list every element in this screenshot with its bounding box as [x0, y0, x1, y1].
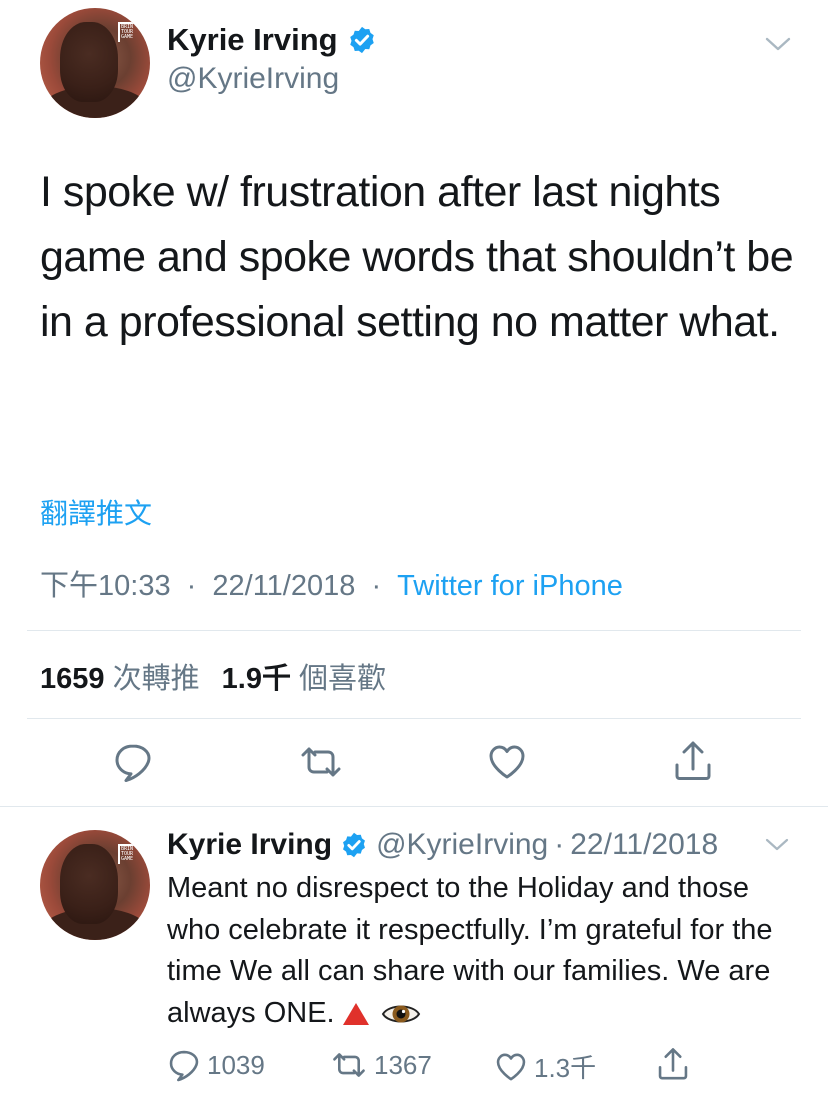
divider [27, 630, 801, 631]
share-icon[interactable] [672, 739, 714, 783]
tweet-text: I spoke w/ frustration after last nights… [40, 168, 794, 346]
handle[interactable]: @KyrieIrving [376, 828, 548, 862]
tweet-text: Meant no disrespect to the Holiday and t… [167, 872, 773, 1029]
retweet-label: 次轉推 [112, 663, 200, 695]
meta-separator: · [186, 570, 197, 602]
red-triangle-emoji [342, 1002, 369, 1025]
share-action[interactable] [656, 1046, 690, 1082]
retweet-count: 1367 [374, 1049, 432, 1080]
display-name[interactable]: Kyrie Irving [167, 22, 338, 58]
reply-icon [169, 1050, 199, 1082]
display-name[interactable]: Kyrie Irving [167, 828, 332, 862]
tweet-meta: 下午10:33 · 22/11/2018 · Twitter for iPhon… [40, 562, 623, 604]
main-tweet: BRIN TOUR GAME Kyrie Irving @KyrieIrving I… [0, 0, 828, 806]
like-count: 1.9千 [221, 663, 291, 695]
like-icon [496, 1053, 526, 1080]
chevron-down-icon[interactable] [764, 836, 790, 854]
reply-action[interactable]: 1039 [167, 1048, 265, 1082]
avatar[interactable]: BRIN TOUR GAME [40, 830, 150, 940]
like-label: 個喜歡 [299, 663, 387, 695]
handle[interactable]: @KyrieIrving [167, 62, 339, 96]
retweet-action[interactable]: 1367 [330, 1048, 432, 1082]
tweet-stats: 1659 次轉推 1.9千 個喜歡 [40, 655, 386, 697]
tweet-date: 22/11/2018 [212, 570, 356, 602]
verified-badge-icon [343, 832, 366, 858]
retweet-count: 1659 [40, 663, 105, 695]
likes-stat[interactable]: 1.9千 個喜歡 [222, 663, 386, 695]
translate-tweet-link[interactable]: 翻譯推文 [40, 492, 152, 532]
tweet-date: 22/11/2018 [570, 828, 719, 861]
avatar[interactable]: BRIN TOUR GAME [40, 8, 150, 118]
divider [27, 718, 801, 719]
chevron-down-icon[interactable] [764, 34, 792, 54]
like-icon[interactable] [486, 741, 528, 783]
verified-badge-icon [349, 26, 374, 54]
reply-header: Kyrie Irving @KyrieIrving · 22/11/2018 [167, 828, 718, 862]
retweet-icon[interactable] [298, 741, 344, 783]
eye-emoji [381, 1005, 420, 1023]
retweet-icon [333, 1053, 365, 1077]
like-action[interactable]: 1.3千 [494, 1048, 596, 1085]
tweet-time: 下午10:33 [40, 570, 171, 602]
reply-count: 1039 [207, 1049, 265, 1080]
divider [0, 806, 828, 807]
meta-separator: · [371, 570, 382, 602]
reply-tweet-text-block: Meant no disrespect to the Holiday and t… [167, 868, 807, 1034]
reply-icon[interactable] [112, 741, 154, 783]
share-icon [658, 1048, 688, 1080]
tweet-client-link[interactable]: Twitter for iPhone [397, 570, 623, 602]
like-count: 1.3千 [534, 1053, 597, 1083]
meta-separator: · [554, 828, 565, 861]
retweets-stat[interactable]: 1659 次轉推 [40, 663, 200, 695]
